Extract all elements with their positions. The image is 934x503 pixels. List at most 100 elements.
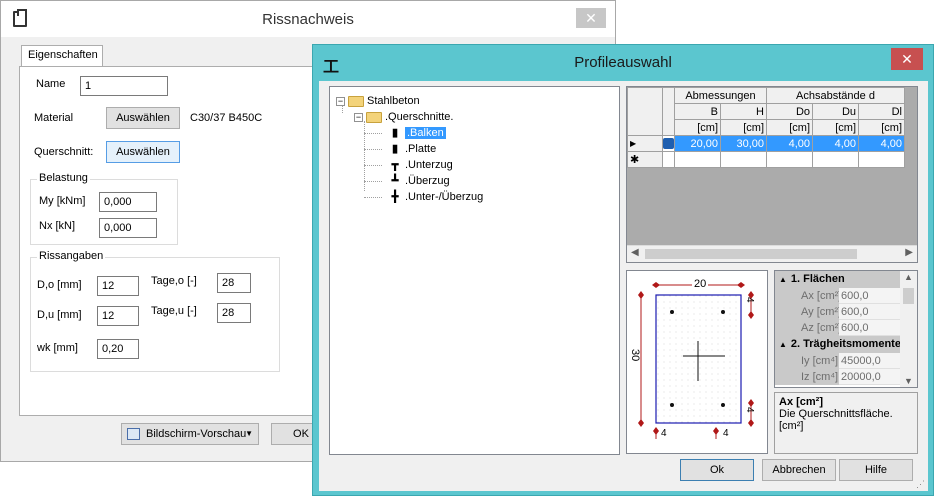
inverted-t-section-icon: ┻: [391, 175, 399, 188]
property-row[interactable]: Iz [cm⁴] 20000,0: [775, 369, 901, 385]
tree-node-label: .Unterzug: [405, 159, 453, 171]
tree-node-label: .Überzug: [405, 175, 450, 187]
tree-node-ueberzug[interactable]: ┻ .Überzug: [388, 173, 450, 189]
tree-node-label: .Unter-/Überzug: [405, 191, 484, 203]
property-grid[interactable]: ▲ 1. Flächen Ax [cm²] 600,0 Ay [cm²] 600,…: [774, 270, 918, 388]
name-label: Name: [36, 78, 66, 90]
new-row[interactable]: ✱: [627, 151, 905, 168]
property-vertical-scrollbar[interactable]: ▲ ▼: [900, 271, 917, 387]
profile-tree[interactable]: − Stahlbeton − .Querschnitte. ▮ .Balken ▮ .P…: [329, 86, 620, 455]
tab-eigenschaften[interactable]: Eigenschaften: [21, 45, 103, 67]
ok-button[interactable]: Ok: [680, 459, 754, 481]
property-value: 45000,0: [839, 353, 901, 369]
material-select-button[interactable]: Auswählen: [106, 107, 180, 129]
cell-h[interactable]: 30,00: [720, 135, 767, 152]
tree-node-balken[interactable]: ▮ .Balken: [388, 125, 446, 141]
tree-node-label: Stahlbeton: [367, 95, 420, 107]
property-row[interactable]: Ax [cm²] 600,0: [775, 288, 901, 304]
property-value: 600,0: [839, 288, 901, 304]
tageo-label: Tage,o [-]: [151, 275, 197, 287]
close-button[interactable]: ✕: [576, 8, 606, 28]
tageu-label: Tage,u [-]: [151, 305, 197, 317]
profileauswahl-dialog: 工 Profileauswahl ✕ − Stahlbeton − .Quersch…: [312, 44, 934, 496]
new-row-indicator: ✱: [627, 151, 663, 168]
tree-node-querschnitte[interactable]: − .Querschnitte.: [354, 109, 453, 125]
t-section-icon: ┳: [391, 159, 399, 172]
scroll-left-icon[interactable]: ◀: [631, 247, 639, 258]
title-bar: Rissnachweis ✕: [1, 1, 615, 37]
collapse-icon[interactable]: ▲: [779, 340, 787, 349]
property-key: Ax [cm²]: [775, 288, 839, 304]
category-label: 2. Trägheitsmomente: [790, 338, 901, 350]
nx-field[interactable]: 0,000: [99, 218, 157, 238]
table-row[interactable]: ▶ 20,00 30,00 4,00 4,00 4,00: [627, 135, 905, 152]
collapse-icon[interactable]: −: [336, 96, 345, 106]
column-header-dl[interactable]: Dl: [858, 103, 905, 120]
preview-button[interactable]: Bildschirm-Vorschau ▼: [121, 423, 259, 445]
du-field[interactable]: 12: [97, 306, 139, 326]
do-field[interactable]: 12: [97, 276, 139, 296]
cell-do[interactable]: 4,00: [766, 135, 813, 152]
cover-bottom-left-label: 4: [661, 428, 667, 439]
tree-node-stahlbeton[interactable]: − Stahlbeton: [336, 93, 420, 109]
property-row[interactable]: Iy [cm⁴] 45000,0: [775, 353, 901, 369]
cross-section-icon: ╋: [391, 191, 399, 204]
property-row[interactable]: Ay [cm²] 600,0: [775, 304, 901, 320]
my-field[interactable]: 0,000: [99, 192, 157, 212]
height-dimension-label: 30: [629, 349, 641, 362]
cell-dl[interactable]: 4,00: [858, 135, 905, 152]
tree-node-label: .Balken: [405, 127, 446, 139]
property-key: Iz [cm⁴]: [775, 369, 839, 385]
rectangle-section-icon: ▮: [391, 127, 399, 140]
dimensions-grid[interactable]: Abmessungen Achsabstände d B H Do Du Dl …: [626, 86, 918, 263]
property-value: 20000,0: [839, 369, 901, 385]
property-value: 600,0: [839, 304, 901, 320]
grid-horizontal-scrollbar[interactable]: ◀ ▶: [627, 245, 917, 262]
property-row[interactable]: Az [cm²] 600,0: [775, 320, 901, 336]
dialog-client: − Stahlbeton − .Querschnitte. ▮ .Balken ▮ .P…: [319, 81, 928, 491]
collapse-icon[interactable]: −: [354, 112, 363, 122]
tree-node-platte[interactable]: ▮ .Platte: [388, 141, 436, 157]
wk-field[interactable]: 0,20: [97, 339, 139, 359]
do-label: D,o [mm]: [37, 279, 82, 291]
scroll-right-icon[interactable]: ▶: [905, 247, 913, 258]
querschnitt-select-button[interactable]: Auswählen: [106, 141, 180, 163]
folder-icon: [348, 95, 364, 107]
column-header-du[interactable]: Du: [812, 103, 859, 120]
rissangaben-group: Rissangaben D,o [mm] 12 Tage,o [-] 28 D,…: [30, 250, 280, 372]
close-icon: ✕: [901, 51, 913, 67]
scroll-down-icon[interactable]: ▼: [904, 376, 913, 386]
width-dimension-label: 20: [692, 278, 709, 290]
name-field[interactable]: 1: [80, 76, 168, 96]
folder-open-icon: [366, 111, 382, 123]
tageo-field[interactable]: 28: [217, 273, 251, 293]
scroll-thumb[interactable]: [903, 288, 914, 304]
group-header-abmessungen: Abmessungen: [674, 87, 767, 104]
description-text: Die Querschnittsfläche. [cm²]: [779, 408, 893, 432]
category-flaechen[interactable]: ▲ 1. Flächen: [775, 271, 901, 288]
dropdown-arrow-icon: ▼: [245, 429, 253, 438]
tageu-field[interactable]: 28: [217, 303, 251, 323]
resize-grip-icon[interactable]: ⋰: [916, 479, 926, 489]
dialog-close-button[interactable]: ✕: [891, 48, 923, 70]
tree-node-unterzug[interactable]: ┳ .Unterzug: [388, 157, 453, 173]
column-header-h[interactable]: H: [720, 103, 767, 120]
category-traegheitsmomente[interactable]: ▲ 2. Trägheitsmomente: [775, 336, 901, 353]
column-header-do[interactable]: Do: [766, 103, 813, 120]
plate-section-icon: ▮: [391, 143, 399, 156]
cancel-button[interactable]: Abbrechen: [762, 459, 836, 481]
column-header-b[interactable]: B: [674, 103, 721, 120]
tree-node-unter-ueberzug[interactable]: ╋ .Unter-/Überzug: [388, 189, 484, 205]
group-header-achsabstaende: Achsabstände d: [766, 87, 905, 104]
property-value: 600,0: [839, 320, 901, 336]
scroll-thumb[interactable]: [645, 249, 857, 259]
window-title: Rissnachweis: [262, 11, 354, 28]
help-button[interactable]: Hilfe: [839, 459, 913, 481]
scroll-up-icon[interactable]: ▲: [904, 272, 913, 282]
cell-b[interactable]: 20,00: [674, 135, 721, 152]
property-key: Iy [cm⁴]: [775, 353, 839, 369]
cell-du[interactable]: 4,00: [812, 135, 859, 152]
collapse-icon[interactable]: ▲: [779, 275, 787, 284]
property-description: Ax [cm²] Die Querschnittsfläche. [cm²]: [774, 392, 918, 454]
tree-node-label: .Platte: [405, 143, 437, 155]
